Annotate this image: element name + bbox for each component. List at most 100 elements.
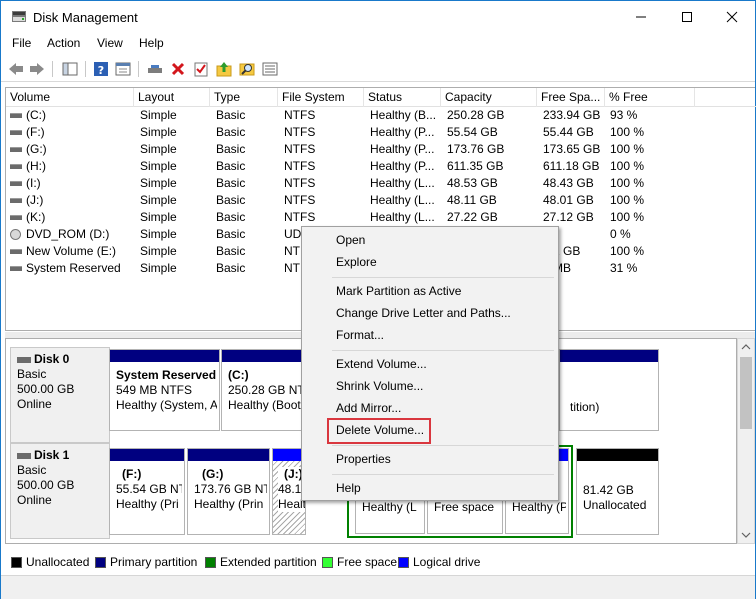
volume-cell-capacity: 250.28 GB xyxy=(447,108,505,122)
scroll-down-icon[interactable] xyxy=(738,528,754,542)
column-header-layout[interactable]: Layout xyxy=(134,88,210,107)
volume-cell-layout: Simple xyxy=(140,210,177,224)
close-button[interactable] xyxy=(709,1,755,33)
volume-row[interactable]: (H:) Simple Basic NTFS Healthy (P... 611.35 G… xyxy=(6,158,756,175)
volume-cell-fs: NTFS xyxy=(284,159,316,173)
volume-cell-type: Basic xyxy=(216,261,246,275)
volume-cell-type: Basic xyxy=(216,244,246,258)
volume-cell-type: Basic xyxy=(216,125,246,139)
menu-item-help[interactable]: Help xyxy=(336,478,361,498)
volume-row[interactable]: (K:) Simple Basic NTFS Healthy (L... 27.22 GB… xyxy=(6,209,756,226)
disk-0-type: Basic xyxy=(17,367,47,381)
connect-icon xyxy=(148,65,162,73)
legend-label: Unallocated xyxy=(26,555,90,569)
partition-c[interactable]: (C:) 250.28 GB NTF Healthy (Boot xyxy=(221,349,306,431)
partition-unallocated[interactable]: 81.42 GB Unallocated xyxy=(576,448,659,535)
up-folder-icon xyxy=(216,62,232,77)
partition-title: System Reserved xyxy=(116,368,217,382)
disk-1-info[interactable]: Disk 1 Basic 500.00 GB Online xyxy=(10,443,110,539)
partition-status: Free space xyxy=(434,500,495,514)
volume-cell-type: Basic xyxy=(216,227,246,241)
volume-cell-fs: NTFS xyxy=(284,210,316,224)
partition-title: (C:) xyxy=(228,368,249,382)
menu-item-add-mirror[interactable]: Add Mirror... xyxy=(336,398,401,418)
back-button[interactable] xyxy=(7,60,25,78)
volume-cell-name: (H:) xyxy=(26,159,46,173)
title-bar[interactable]: Disk Management xyxy=(1,1,755,33)
partition-disk0-right[interactable]: tition) xyxy=(559,349,659,431)
menu-item-extend-volume[interactable]: Extend Volume... xyxy=(336,354,427,374)
maximize-button[interactable] xyxy=(664,1,710,33)
menu-view[interactable]: View xyxy=(97,36,123,50)
menu-item-shrink-volume[interactable]: Shrink Volume... xyxy=(336,376,423,396)
properties-icon xyxy=(115,62,131,76)
toolbar: ? xyxy=(1,56,755,82)
drive-icon xyxy=(10,147,22,152)
column-header-status[interactable]: Status xyxy=(364,88,441,107)
menu-file[interactable]: File xyxy=(12,36,31,50)
scroll-thumb[interactable] xyxy=(740,357,752,429)
delete-button[interactable] xyxy=(169,60,187,78)
up-folder-button[interactable] xyxy=(215,60,233,78)
volume-cell-layout: Simple xyxy=(140,244,177,258)
menu-action[interactable]: Action xyxy=(47,36,80,50)
volume-cell-layout: Simple xyxy=(140,193,177,207)
list-view-button[interactable] xyxy=(261,60,279,78)
volume-row[interactable]: (I:) Simple Basic NTFS Healthy (L... 48.53 GB… xyxy=(6,175,756,192)
volume-cell-free: 611.18 GB xyxy=(543,159,600,173)
column-header-volume[interactable]: Volume xyxy=(6,88,134,107)
disk-1-name: Disk 1 xyxy=(34,448,70,462)
column-header-capacity[interactable]: Capacity xyxy=(441,88,537,107)
volume-row[interactable]: (G:) Simple Basic NTFS Healthy (P... 173.76 G… xyxy=(6,141,756,158)
column-header-type[interactable]: Type xyxy=(210,88,278,107)
column-header-file-system[interactable]: File System xyxy=(278,88,364,107)
partition-f[interactable]: (F:) 55.54 GB NT Healthy (Pri xyxy=(109,448,185,535)
volume-row[interactable]: (F:) Simple Basic NTFS Healthy (P... 55.54 GB… xyxy=(6,124,756,141)
properties-button[interactable] xyxy=(114,60,132,78)
connect-button[interactable] xyxy=(146,60,164,78)
volume-cell-status: Healthy (B... xyxy=(370,108,437,122)
menu-item-change-drive-letter[interactable]: Change Drive Letter and Paths... xyxy=(336,303,511,323)
menu-item-mark-active[interactable]: Mark Partition as Active xyxy=(336,281,461,301)
menu-item-format[interactable]: Format... xyxy=(336,325,384,345)
menu-help[interactable]: Help xyxy=(139,36,164,50)
volume-cell-status: Healthy (L... xyxy=(370,193,435,207)
checklist-button[interactable] xyxy=(192,60,210,78)
console-tree-button[interactable] xyxy=(61,60,79,78)
partition-size: 81.42 GB xyxy=(583,483,634,497)
list-icon xyxy=(262,62,278,76)
forward-button[interactable] xyxy=(28,60,46,78)
partition-g[interactable]: (G:) 173.76 GB NT Healthy (Prin xyxy=(187,448,270,535)
partition-legend: Unallocated Primary partition Extended p… xyxy=(5,552,755,572)
volume-row[interactable]: (J:) Simple Basic NTFS Healthy (L... 48.11 GB… xyxy=(6,192,756,209)
volume-cell-capacity: 611.35 GB xyxy=(447,159,504,173)
graph-vertical-scrollbar[interactable] xyxy=(737,338,755,544)
legend-swatch-free-space xyxy=(322,557,333,568)
maximize-icon xyxy=(682,12,692,22)
volume-cell-free: 48.01 GB xyxy=(543,193,594,207)
scroll-up-icon[interactable] xyxy=(738,340,754,354)
volume-cell-layout: Simple xyxy=(140,261,177,275)
search-button[interactable] xyxy=(238,60,256,78)
volume-cell-capacity: 27.22 GB xyxy=(447,210,498,224)
volume-cell-fs: NTFS xyxy=(284,125,316,139)
partition-system-reserved[interactable]: System Reserved 549 MB NTFS Healthy (Sys… xyxy=(109,349,220,431)
partition-status: Healthy (Prin xyxy=(194,497,264,511)
help-button[interactable]: ? xyxy=(92,60,110,78)
disk-0-info[interactable]: Disk 0 Basic 500.00 GB Online xyxy=(10,347,110,443)
minimize-icon xyxy=(636,16,646,18)
volume-cell-pct: 93 % xyxy=(610,108,638,122)
volume-cell-layout: Simple xyxy=(140,176,177,190)
menu-item-properties[interactable]: Properties xyxy=(336,449,391,469)
checkbox-icon xyxy=(194,62,208,77)
column-header-percent-free[interactable]: % Free xyxy=(605,88,695,107)
column-header-free-space[interactable]: Free Spa... xyxy=(537,88,605,107)
partition-color-bar xyxy=(560,350,658,362)
menu-item-open[interactable]: Open xyxy=(336,230,365,250)
legend-swatch-primary xyxy=(95,557,106,568)
minimize-button[interactable] xyxy=(618,1,664,33)
volume-row[interactable]: (C:) Simple Basic NTFS Healthy (B... 250.28 G… xyxy=(6,107,756,124)
menu-item-explore[interactable]: Explore xyxy=(336,252,377,272)
partition-size: 55.54 GB NT xyxy=(116,482,182,496)
partition-color-bar xyxy=(222,350,305,362)
